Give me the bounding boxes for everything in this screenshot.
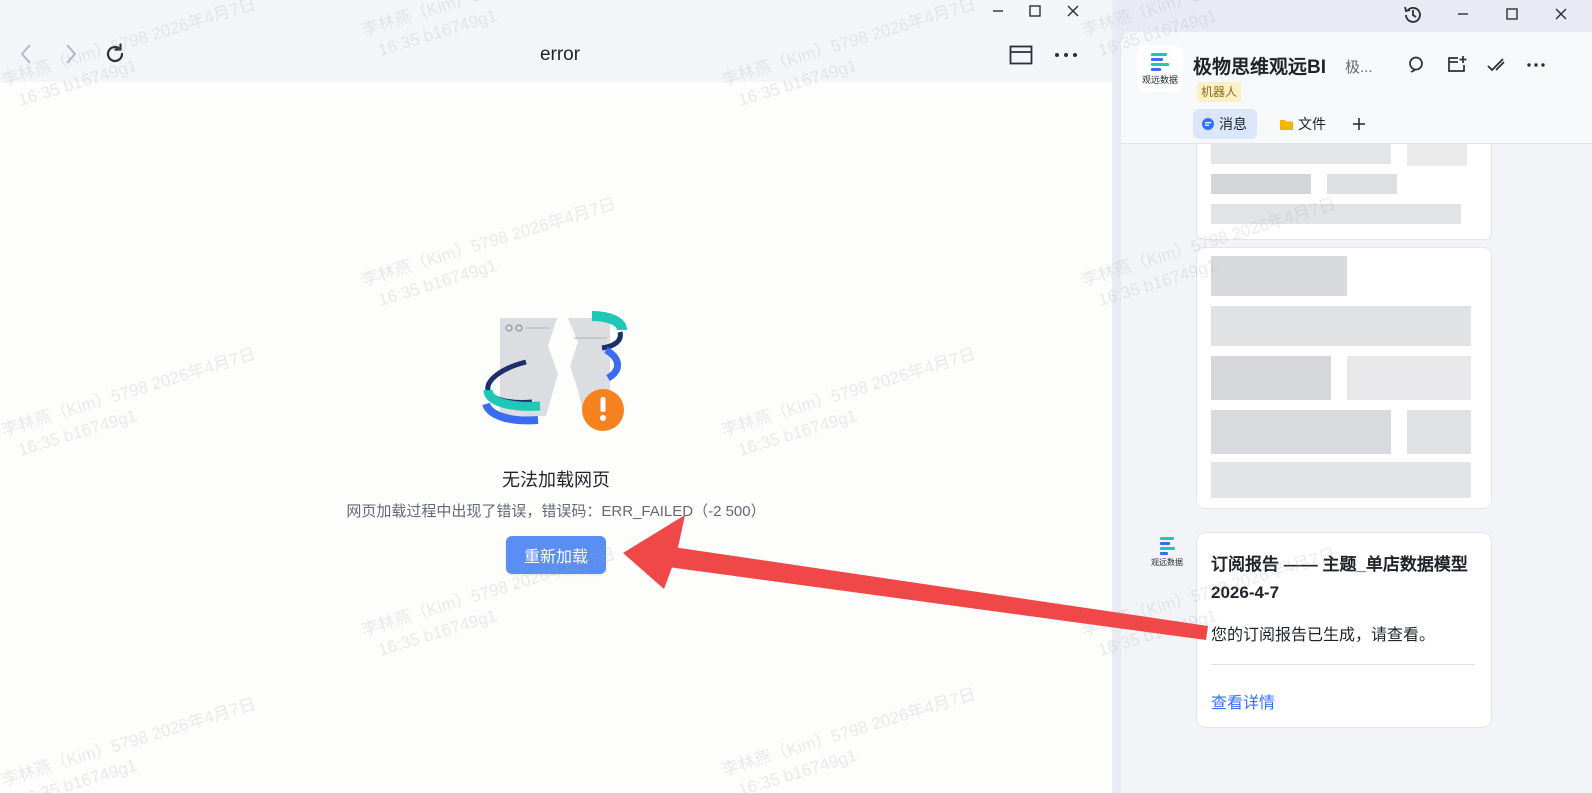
add-to-chat-button[interactable] — [1444, 52, 1470, 78]
maximize-button[interactable] — [1017, 0, 1053, 22]
reload-button[interactable]: 重新加载 — [506, 536, 606, 574]
close-button[interactable] — [1055, 0, 1091, 22]
tab-messages-label: 消息 — [1219, 116, 1247, 132]
more-button[interactable] — [1050, 39, 1082, 71]
report-card: 订阅报告 —— 主题_单店数据模型 2026-4-7 您的订阅报告已生成，请查看… — [1196, 532, 1492, 728]
history-icon — [1404, 6, 1421, 23]
refresh-icon — [106, 43, 124, 63]
message-icon — [1202, 118, 1214, 130]
close-icon — [1555, 8, 1567, 20]
folder-icon — [1280, 119, 1293, 130]
more-icon — [1055, 53, 1077, 57]
browser-titlebar: error — [0, 0, 1112, 82]
error-title: 无法加载网页 — [502, 470, 610, 490]
window-icon — [1009, 45, 1033, 65]
chat-header: 观远数据 极物思维观远BI 极... 机器人 消息 文件 — [1121, 32, 1592, 144]
chevron-right-icon — [66, 44, 77, 64]
minimize-icon — [993, 10, 1003, 12]
redacted-message — [1196, 144, 1492, 240]
robot-badge: 机器人 — [1197, 82, 1242, 102]
logo-text: 观远数据 — [1141, 74, 1178, 85]
page-title: error — [539, 44, 581, 65]
error-description: 网页加载过程中出现了错误，错误码：ERR_FAILED（-2 500） — [346, 503, 766, 520]
add-window-icon — [1448, 56, 1467, 72]
chat-maximize-button[interactable] — [1494, 3, 1530, 25]
divider — [1211, 664, 1475, 665]
report-title: 订阅报告 —— 主题_单店数据模型 2026-4-7 — [1211, 555, 1468, 602]
chevron-left-icon — [20, 44, 31, 64]
history-button[interactable] — [1395, 4, 1431, 26]
chat-panel: 观远数据 极物思维观远BI 极... 机器人 消息 文件 观远数据 订阅报告 —… — [1121, 32, 1592, 793]
refresh-button[interactable] — [99, 38, 131, 70]
bot-message-avatar[interactable]: 观远数据 — [1147, 532, 1187, 572]
minimize-icon — [1458, 13, 1468, 15]
chat-name[interactable]: 极物思维观远BI — [1193, 52, 1326, 79]
close-icon — [1067, 5, 1079, 17]
report-body: 您的订阅报告已生成，请查看。 — [1211, 627, 1436, 644]
add-tab-button[interactable] — [1347, 111, 1371, 137]
logo-icon — [1151, 52, 1169, 71]
chat-name-extra: 极... — [1345, 59, 1373, 76]
maximize-icon — [1506, 8, 1518, 20]
search-button[interactable] — [1404, 52, 1430, 78]
logo-icon — [1159, 536, 1175, 555]
plus-icon — [1353, 118, 1365, 130]
redacted-message — [1196, 247, 1492, 509]
search-icon — [1409, 56, 1423, 73]
tab-messages[interactable]: 消息 — [1193, 109, 1257, 139]
browser-window: error 无法加载网页 网页加载过程中出现了错误，错误码：ERR_FAILED… — [0, 0, 1112, 793]
bot-avatar[interactable]: 观远数据 — [1137, 46, 1183, 92]
chat-window: 观远数据 极物思维观远BI 极... 机器人 消息 文件 观远数据 订阅报告 —… — [1113, 0, 1592, 793]
back-button[interactable] — [10, 38, 42, 70]
maximize-icon — [1029, 5, 1041, 17]
chat-minimize-button[interactable] — [1445, 3, 1481, 25]
tab-files-label: 文件 — [1298, 116, 1326, 132]
tab-files[interactable]: 文件 — [1273, 109, 1332, 139]
error-page — [0, 82, 1112, 793]
check-edit-icon — [1487, 58, 1505, 72]
view-details-link[interactable]: 查看详情 — [1211, 689, 1275, 713]
chat-more-button[interactable] — [1523, 52, 1549, 78]
open-in-browser-button[interactable] — [1005, 39, 1037, 71]
logo-text: 观远数据 — [1151, 557, 1183, 567]
chat-close-button[interactable] — [1543, 3, 1579, 25]
broken-page-illustration — [482, 311, 627, 431]
forward-button[interactable] — [55, 38, 87, 70]
edit-button[interactable] — [1483, 52, 1509, 78]
minimize-button[interactable] — [980, 0, 1016, 22]
more-icon — [1527, 63, 1545, 67]
